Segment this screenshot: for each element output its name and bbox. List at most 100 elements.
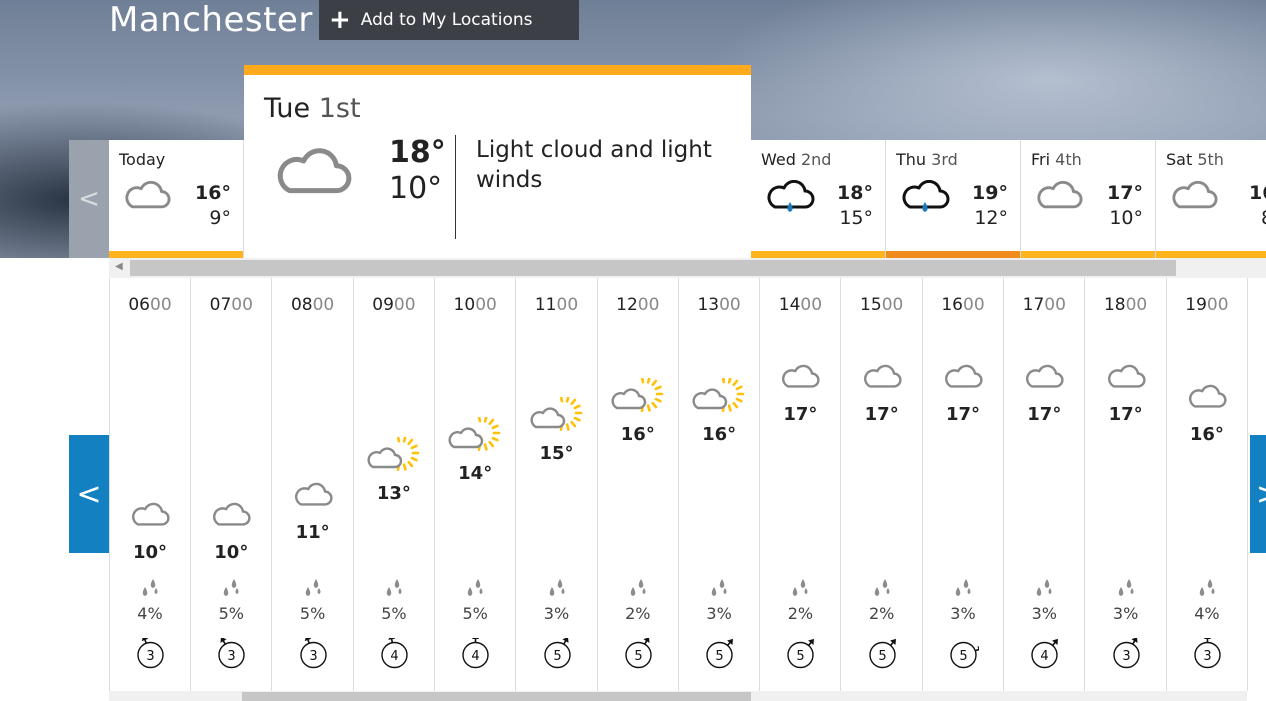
day-low-temp: 12° xyxy=(974,207,1008,229)
scroll-left-arrow-icon[interactable]: ◀ xyxy=(115,261,123,272)
hour-column: 1900 16° 4% 3 xyxy=(1167,278,1248,691)
hour-column: 1100 15° 3% 5 xyxy=(517,278,598,691)
day-accent-bar xyxy=(751,251,885,258)
hour-time: 1600 xyxy=(941,295,985,315)
rain-probability: 3% xyxy=(706,604,732,623)
hourly-scrollbar-top[interactable]: ◀ xyxy=(109,258,1266,278)
day-tab-today[interactable]: Today 16° 9° xyxy=(109,140,244,258)
rain-drops-icon xyxy=(1167,578,1247,602)
day-accent-bar xyxy=(1156,251,1266,258)
hour-column: 0700 10° 5% 3 xyxy=(191,278,273,691)
rain-probability: 3% xyxy=(1112,604,1139,623)
cloud-icon xyxy=(123,180,171,214)
divider xyxy=(455,135,456,239)
day-name: Thu 3rd xyxy=(896,150,958,169)
hour-column: 1500 17° 2% 5 xyxy=(842,278,923,691)
wind-direction-icon: 5 xyxy=(948,638,984,669)
hour-time: 1800 xyxy=(1103,295,1148,315)
weather-description: Light cloud and light winds xyxy=(476,137,712,193)
svg-text:3: 3 xyxy=(309,649,317,664)
cloud-icon xyxy=(274,147,352,199)
rain-drops-icon xyxy=(923,578,1003,602)
day-tab-fri[interactable]: Fri 4th 17° 10° xyxy=(1021,140,1156,258)
rain-cloud-icon xyxy=(900,179,950,220)
hour-column: 0900 13° 5% 4 xyxy=(354,278,435,691)
scrollbar-thumb[interactable] xyxy=(242,692,751,701)
rain-cloud-icon xyxy=(765,179,815,220)
sun-cloud-icon xyxy=(354,435,434,481)
day-high-temp: 18° xyxy=(837,182,873,204)
hour-temp: 16° xyxy=(1189,424,1224,445)
day-low-temp: 9° xyxy=(209,207,231,229)
hour-column: 1200 16° 2% 5 xyxy=(598,278,679,691)
hour-temp: 14° xyxy=(458,463,493,484)
day-tab-thu[interactable]: Thu 3rd 19° 12° xyxy=(886,140,1021,258)
day-high-temp: 16° xyxy=(195,182,231,204)
rain-probability: 2% xyxy=(868,604,895,623)
day-tab-sat[interactable]: Sat 5th 16 8 xyxy=(1156,140,1266,258)
wind-direction-icon: 5 xyxy=(867,638,898,669)
day-high-temp: 19° xyxy=(972,182,1008,204)
hour-time: 1500 xyxy=(860,295,904,315)
add-location-label: Add to My Locations xyxy=(360,10,533,30)
day-name: Today xyxy=(119,150,166,169)
rain-probability: 3% xyxy=(543,604,570,623)
rain-drops-icon xyxy=(1004,578,1084,602)
selected-day-panel[interactable]: Tue 1st 18° 10° Light cloud and light wi… xyxy=(244,65,751,258)
hour-time: 1200 xyxy=(616,295,660,315)
hourly-next-button[interactable]: > xyxy=(1250,435,1266,553)
rain-drops-icon xyxy=(842,578,922,602)
hour-column: 1600 17° 3% 5 xyxy=(923,278,1004,691)
hour-time: 0900 xyxy=(372,295,416,315)
hour-time: 0700 xyxy=(209,295,253,315)
rain-drops-icon xyxy=(760,578,840,602)
wind-direction-icon: 5 xyxy=(785,638,816,669)
hour-temp: 17° xyxy=(783,404,818,425)
day-high-temp: 16 xyxy=(1249,182,1266,204)
hour-time: 1000 xyxy=(453,295,497,315)
rain-probability: 5% xyxy=(462,604,488,623)
rain-probability: 4% xyxy=(1194,604,1220,623)
wind-direction-icon: 5 xyxy=(704,638,735,669)
hour-temp: 17° xyxy=(1108,404,1143,425)
svg-text:4: 4 xyxy=(472,649,480,664)
svg-text:3: 3 xyxy=(1203,649,1211,664)
weather-page: Manchester + Add to My Locations < Today… xyxy=(0,0,1266,701)
hourly-scrollbar-bottom[interactable] xyxy=(109,691,1247,701)
svg-text:3: 3 xyxy=(146,649,154,664)
sun-cloud-icon xyxy=(679,376,759,422)
day-low-temp: 8 xyxy=(1261,207,1266,229)
hourly-forecast: 0600 10° 4% 3 0700 10° 5% 3 0800 11° 5% 3 0900 13° 5% 4… xyxy=(109,278,1248,691)
hour-column: 1000 14° 5% 4 xyxy=(435,278,517,691)
svg-text:4: 4 xyxy=(1041,649,1049,664)
rain-drops-icon xyxy=(191,578,271,602)
hourly-prev-button[interactable]: < xyxy=(69,435,109,553)
add-location-button[interactable]: + Add to My Locations xyxy=(319,0,579,40)
hour-column: 0800 11° 5% 3 xyxy=(273,278,354,691)
rain-probability: 5% xyxy=(299,604,326,623)
hour-time: 1400 xyxy=(778,295,823,315)
hour-column: 1700 17° 3% 4 xyxy=(1004,278,1086,691)
cloud-icon xyxy=(1170,180,1218,214)
day-tab-wed[interactable]: Wed 2nd 18° 15° xyxy=(751,140,886,258)
day-high-temp: 17° xyxy=(1107,182,1143,204)
sun-cloud-icon xyxy=(517,395,597,441)
hour-time: 1900 xyxy=(1185,295,1229,315)
selected-low-temp: 10° xyxy=(389,171,443,206)
wind-direction-icon: 3 xyxy=(216,636,247,669)
cloud-icon xyxy=(842,364,922,393)
previous-days-button[interactable]: < xyxy=(69,140,109,258)
svg-text:5: 5 xyxy=(553,649,561,664)
rain-probability: 5% xyxy=(381,604,407,623)
svg-text:3: 3 xyxy=(1122,649,1130,664)
svg-text:5: 5 xyxy=(634,649,642,664)
rain-drops-icon xyxy=(110,578,190,602)
hour-time: 0600 xyxy=(128,295,172,315)
svg-text:5: 5 xyxy=(959,649,967,664)
hour-time: 1300 xyxy=(697,295,741,315)
rain-probability: 4% xyxy=(137,604,163,623)
svg-text:5: 5 xyxy=(715,649,723,664)
selected-day-name: Tue 1st xyxy=(264,93,361,124)
scrollbar-thumb[interactable] xyxy=(130,260,1176,276)
hour-temp: 11° xyxy=(295,522,330,543)
